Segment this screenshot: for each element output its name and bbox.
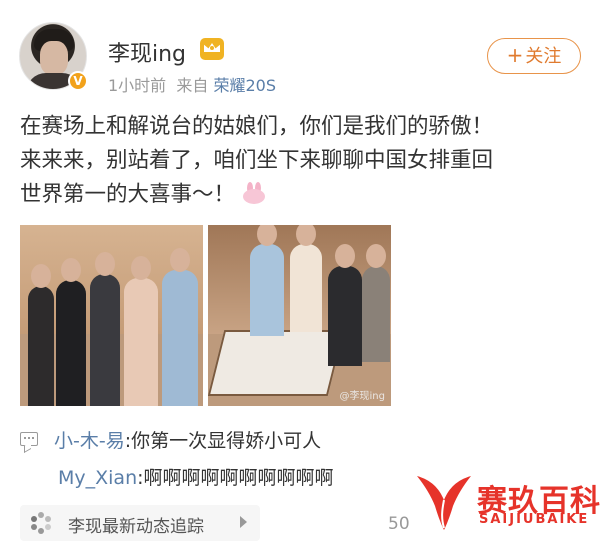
comment-user[interactable]: My_Xian (58, 467, 137, 489)
post-device[interactable]: 荣耀20S (213, 76, 276, 95)
interaction-count: 50 (388, 514, 410, 534)
watermark-name-en: SAIJIUBAIKE (479, 512, 590, 527)
topic-spinner-icon (30, 512, 52, 534)
post-content-line: 在赛场上和解说台的姑娘们，你们是我们的骄傲！ (20, 114, 494, 139)
comment-item[interactable]: 小-木-易:你第一次显得娇小可人 (54, 426, 321, 453)
plus-icon: + (506, 43, 524, 67)
post-content-line: 世界第一的大喜事～！ (20, 178, 582, 212)
vip-crown-icon (200, 38, 224, 60)
source-prefix: 来自 (176, 76, 209, 95)
comment-text: 你第一次显得娇小可人 (131, 430, 322, 452)
weibo-post: V 李现ing 1小时前 来自 荣耀20S + 关注 在赛场上和解说台的姑娘们，你… (0, 0, 600, 549)
fish-tail-icon (417, 476, 471, 530)
site-watermark-logo: 赛玖百科 SAIJIUBAIKE (413, 470, 600, 532)
chevron-right-icon (240, 516, 247, 528)
post-content-text: 世界第一的大喜事～！ (20, 182, 236, 207)
post-content-line: 来来来，别站着了，咱们坐下来聊聊中国女排重回 (20, 148, 494, 173)
avatar-face (40, 41, 68, 75)
post-meta: 1小时前 来自 荣耀20S (108, 72, 276, 96)
comment-item[interactable]: My_Xian:啊啊啊啊啊啊啊啊啊啊 (58, 463, 334, 490)
author-name[interactable]: 李现ing (108, 36, 186, 68)
comment-icon (20, 432, 38, 446)
comment-text: 啊啊啊啊啊啊啊啊啊啊 (143, 467, 334, 489)
comment-user[interactable]: 小-木-易 (54, 430, 125, 452)
topic-label: 李现最新动态追踪 (68, 517, 204, 537)
photo-watermark: @李现ing (339, 391, 385, 402)
post-photo-1[interactable] (20, 225, 203, 406)
post-photo-2[interactable]: @李现ing (208, 225, 391, 406)
verified-badge-icon: V (68, 71, 88, 91)
follow-button[interactable]: + 关注 (487, 38, 581, 74)
post-time: 1小时前 (108, 76, 167, 95)
follow-label: 关注 (525, 46, 562, 67)
post-content: 在赛场上和解说台的姑娘们，你们是我们的骄傲！ 来来来，别站着了，咱们坐下来聊聊中… (20, 110, 582, 212)
rabbit-emoji-icon (241, 182, 267, 204)
